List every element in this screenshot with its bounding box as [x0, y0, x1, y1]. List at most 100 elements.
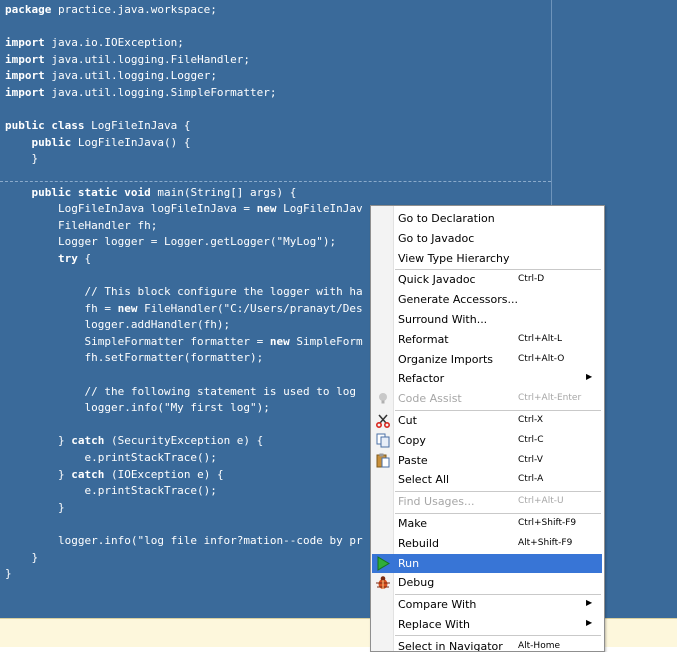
menu-item-surround-with[interactable]: Surround With...: [372, 310, 602, 329]
lightbulb-icon: [375, 391, 391, 406]
menu-item-label: Surround With...: [398, 313, 488, 326]
menu-item-make[interactable]: Make Ctrl+Shift-F9: [372, 514, 602, 533]
menu-item-label: Find Usages...: [398, 495, 475, 509]
code-line: // the following statement is used to lo…: [5, 384, 363, 401]
menu-item-go-to-declaration[interactable]: Go to Declaration: [372, 209, 602, 228]
submenu-arrow-icon: ▶: [586, 372, 593, 382]
code-line: e.printStackTrace();: [5, 450, 363, 467]
code-text: LogFileInJava {: [84, 119, 191, 133]
code-line: Logger logger = Logger.getLogger("MyLog"…: [5, 234, 363, 251]
code-text: logger.info("log file infor?mation--code…: [5, 534, 363, 547]
menu-item-reformat[interactable]: Reformat Ctrl+Alt-L: [372, 330, 602, 349]
code-keyword: public static void: [31, 185, 151, 199]
code-line: FileHandler fh;: [5, 218, 363, 235]
menu-item-refactor[interactable]: Refactor ▶: [372, 369, 602, 388]
menu-item-select-in-navigator[interactable]: Select in Navigator Alt-Home: [372, 637, 602, 651]
code-text: fh =: [5, 301, 118, 315]
code-text: }: [5, 550, 39, 564]
code-text: LogFileInJava() {: [71, 135, 191, 149]
menu-item-debug[interactable]: Debug: [372, 573, 602, 592]
code-line: logger.info("log file infor?mation--code…: [5, 533, 363, 550]
code-line: } catch (IOException e) {: [5, 467, 363, 484]
code-keyword: import: [5, 69, 45, 83]
code-text: FileHandler fh;: [5, 218, 158, 232]
code-text: }: [5, 434, 72, 448]
menu-item-label: Run: [398, 556, 420, 570]
menu-item-shortcut: Ctrl+Shift-F9: [518, 518, 577, 528]
code-text: SimpleFormatter formatter =: [5, 334, 270, 348]
code-keyword: new: [256, 202, 277, 216]
code-line: public LogFileInJava() {: [5, 135, 363, 152]
code-text: SimpleForm: [289, 334, 363, 348]
code-keyword: catch: [71, 467, 105, 481]
code-text: logger.addHandler(fh);: [5, 318, 231, 332]
code-text: java.util.logging.FileHandler;: [44, 52, 251, 66]
code-line: SimpleFormatter formatter = new SimpleFo…: [5, 334, 363, 351]
code-keyword: new: [117, 301, 138, 315]
code-text: java.util.logging.SimpleFormatter;: [44, 85, 277, 99]
menu-item-replace-with[interactable]: Replace With ▶: [372, 615, 602, 634]
context-menu[interactable]: Go to Declaration Go to Javadoc View Type …: [370, 205, 605, 652]
menu-item-shortcut: Ctrl-D: [518, 274, 545, 285]
run-icon: [375, 555, 391, 571]
menu-item-find-usages: Find Usages... Ctrl+Alt-U: [372, 492, 602, 511]
code-line: } catch (SecurityException e) {: [5, 433, 363, 450]
code-line: import java.io.IOException;: [5, 35, 363, 52]
menu-item-label: Reformat: [398, 332, 449, 346]
menu-item-shortcut: Ctrl+Alt-U: [518, 496, 564, 507]
menu-item-label: Compare With: [398, 598, 477, 612]
code-line: LogFileInJava logFileInJava = new LogFil…: [5, 201, 363, 218]
code-text: main(String[] args) {: [150, 185, 297, 199]
menu-item-code-assist: Code Assist Ctrl+Alt-Enter: [372, 389, 602, 408]
menu-item-quick-javadoc[interactable]: Quick Javadoc Ctrl-D: [372, 270, 602, 289]
menu-item-label: Select All: [398, 473, 450, 487]
code-line: logger.info("My first log");: [5, 400, 363, 417]
menu-item-label: Cut: [398, 414, 417, 427]
menu-item-label: Refactor: [398, 372, 445, 386]
code-text: }: [5, 467, 72, 481]
menu-item-cut[interactable]: Cut Ctrl-X: [372, 411, 602, 430]
code-line: }: [5, 500, 363, 517]
menu-item-rebuild[interactable]: Rebuild Alt+Shift-F9: [372, 534, 602, 553]
menu-item-label: Generate Accessors...: [398, 293, 519, 307]
code-line: public class LogFileInJava {: [5, 118, 363, 135]
menu-item-generate-accessors[interactable]: Generate Accessors...: [372, 290, 602, 309]
menu-item-run[interactable]: Run: [372, 553, 602, 573]
code-line: // This block configure the logger with …: [5, 284, 363, 301]
menu-item-label: View Type Hierarchy: [398, 251, 510, 265]
code-text: e.printStackTrace();: [5, 451, 217, 465]
menu-item-compare-with[interactable]: Compare With ▶: [372, 595, 602, 614]
code-area[interactable]: package practice.java.workspace; import …: [5, 2, 363, 583]
menu-item-go-to-javadoc[interactable]: Go to Javadoc: [372, 229, 602, 248]
code-text: practice.java.workspace;: [51, 3, 217, 16]
code-keyword: catch: [71, 434, 105, 448]
menu-item-organize-imports[interactable]: Organize Imports Ctrl+Alt-O: [372, 350, 602, 369]
debug-icon: [375, 575, 391, 590]
submenu-arrow-icon: ▶: [586, 598, 593, 608]
menu-item-view-type-hierarchy[interactable]: View Type Hierarchy: [372, 249, 602, 268]
menu-item-copy[interactable]: Copy Ctrl-C: [372, 431, 602, 450]
code-keyword: new: [269, 334, 290, 348]
code-line: logger.addHandler(fh);: [5, 317, 363, 334]
submenu-arrow-icon: ▶: [586, 618, 593, 627]
code-keyword: import: [5, 85, 45, 99]
code-line: import java.util.logging.Logger;: [5, 68, 363, 85]
code-text: (SecurityException e) {: [104, 434, 264, 448]
menu-item-label: Paste: [398, 453, 428, 467]
menu-item-paste[interactable]: Paste Ctrl-V: [372, 451, 602, 470]
code-text: FileHandler("C:/Users/pranayt/Des: [137, 301, 363, 315]
code-line: }: [5, 566, 363, 583]
code-text: }: [5, 567, 12, 581]
code-text: java.io.IOException;: [44, 36, 184, 50]
code-text: fh.setFormatter(formatter);: [5, 351, 264, 365]
code-text: {: [77, 251, 92, 265]
menu-item-shortcut: Ctrl+Alt-Enter: [518, 393, 582, 404]
menu-item-label: Go to Javadoc: [398, 231, 475, 245]
menu-item-label: Copy: [398, 433, 426, 447]
menu-item-select-all[interactable]: Select All Ctrl-A: [372, 470, 602, 489]
